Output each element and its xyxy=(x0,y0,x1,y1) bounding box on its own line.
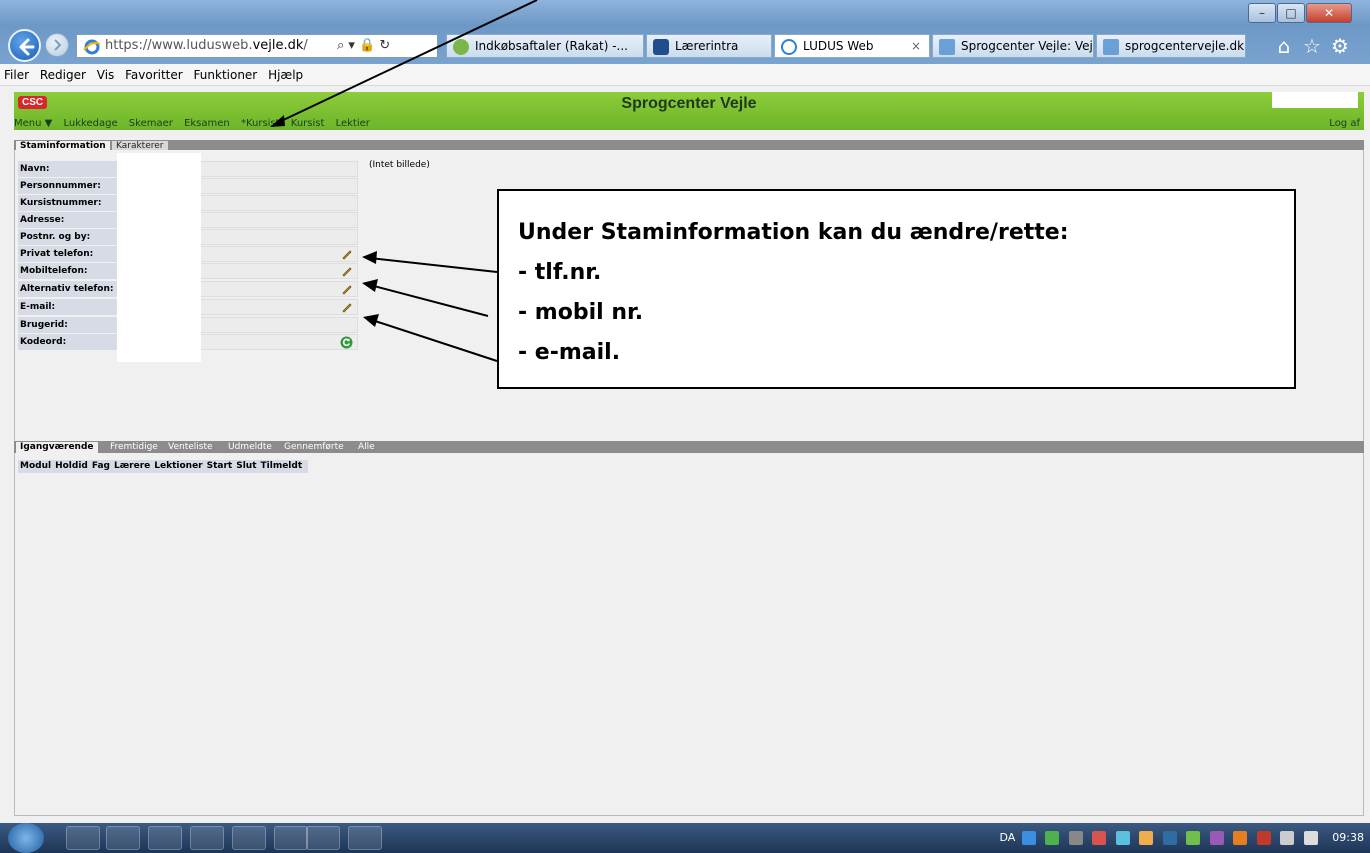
taskbar-app-icon[interactable] xyxy=(66,826,100,850)
callout-line: - tlf.nr. xyxy=(518,260,602,285)
arrow-to-kursist xyxy=(276,0,538,124)
course-table-header: Modul Holdid Fag Lærere Lektioner Start Slut Ti… xyxy=(18,460,309,473)
network-icon[interactable] xyxy=(1280,831,1295,845)
tab-udmeldte[interactable]: Udmeldte xyxy=(224,442,276,453)
arrowhead xyxy=(270,115,285,127)
taskbar-calculator-icon[interactable] xyxy=(148,826,182,850)
taskbar-explorer-icon[interactable] xyxy=(106,826,140,850)
clock[interactable]: 09:38 xyxy=(1332,831,1364,844)
tab-alle[interactable]: Alle xyxy=(354,442,379,453)
windows-taskbar: DA 09:38 xyxy=(0,823,1370,853)
language-indicator[interactable]: DA xyxy=(999,831,1015,844)
tray-icon[interactable] xyxy=(1021,831,1036,845)
tray-icon[interactable] xyxy=(1162,831,1177,845)
tray-icon[interactable] xyxy=(1256,831,1271,845)
tab-fremtidige[interactable]: Fremtidige xyxy=(106,442,162,453)
tray-icon[interactable] xyxy=(1115,831,1130,845)
callout-line: Under Staminformation kan du ændre/rette… xyxy=(518,220,1069,245)
arrow-to-privat-telefon xyxy=(369,257,498,273)
col-holdid: Holdid xyxy=(55,461,88,471)
arrowhead xyxy=(362,279,378,292)
system-tray: DA 09:38 xyxy=(999,823,1364,853)
tray-icon[interactable] xyxy=(1209,831,1224,845)
tab-igangvaerende[interactable]: Igangværende xyxy=(16,442,98,453)
instruction-callout: Under Staminformation kan du ændre/rette… xyxy=(497,189,1296,389)
arrow-to-email xyxy=(371,319,498,362)
tray-icon[interactable] xyxy=(1045,831,1060,845)
col-modul: Modul xyxy=(20,461,52,471)
taskbar-folder-icon[interactable] xyxy=(232,826,266,850)
start-button[interactable] xyxy=(8,823,44,853)
tray-icon[interactable] xyxy=(1233,831,1248,845)
col-tilmeldt: Tilmeldt xyxy=(260,461,303,471)
tray-icon[interactable] xyxy=(1139,831,1154,845)
volume-icon[interactable] xyxy=(1303,831,1318,845)
arrow-to-alternativ-telefon xyxy=(369,284,489,317)
taskbar-ie-icon[interactable] xyxy=(306,826,340,850)
col-fag: Fag xyxy=(91,461,110,471)
col-start: Start xyxy=(206,461,233,471)
tray-icon[interactable] xyxy=(1186,831,1201,845)
tab-venteliste[interactable]: Venteliste xyxy=(164,442,217,453)
taskbar-lync-icon[interactable] xyxy=(348,826,382,850)
tab-gennemforte[interactable]: Gennemførte xyxy=(280,442,348,453)
taskbar-chrome-icon[interactable] xyxy=(274,826,308,850)
col-lektioner: Lektioner xyxy=(154,461,203,471)
tray-icon[interactable] xyxy=(1092,831,1107,845)
taskbar-window-icon[interactable] xyxy=(190,826,224,850)
callout-line: - e-mail. xyxy=(518,340,621,365)
callout-line: - mobil nr. xyxy=(518,300,644,325)
arrowhead xyxy=(362,251,377,264)
col-slut: Slut xyxy=(236,461,257,471)
arrowhead xyxy=(363,314,379,327)
tray-icon[interactable] xyxy=(1068,831,1083,845)
annotation-arrows xyxy=(270,0,538,362)
courses-tab-strip: Igangværende Fremtidige Venteliste Udmel… xyxy=(14,441,1364,453)
col-laerere: Lærere xyxy=(114,461,151,471)
